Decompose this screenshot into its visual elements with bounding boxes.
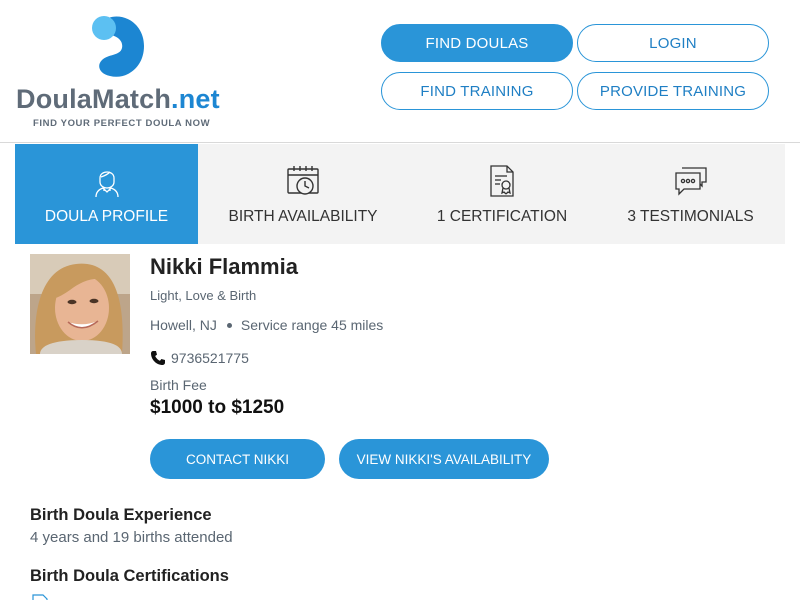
tab-testimonials[interactable]: 3 TESTIMONIALS [596, 144, 785, 244]
profile-tabs: DOULA PROFILE BIRTH AVAILABILITY 1 CERTI… [15, 144, 785, 244]
location-city: Howell, NJ [150, 317, 217, 333]
logo-name-main: DoulaMatch [16, 84, 172, 114]
experience-text: 4 years and 19 births attended [30, 529, 233, 546]
tab-label: BIRTH AVAILABILITY [228, 208, 378, 225]
birth-fee-label: Birth Fee [150, 377, 207, 393]
logo-mark-icon [92, 16, 144, 77]
certificate-icon [490, 165, 514, 197]
experience-heading: Birth Doula Experience [30, 506, 212, 524]
tab-label: DOULA PROFILE [44, 208, 169, 225]
tab-label: 1 CERTIFICATION [436, 208, 568, 225]
separator-dot [226, 322, 232, 328]
phone-icon [151, 351, 165, 365]
logo-name-suffix: .net [171, 84, 220, 114]
document-icon [32, 594, 48, 600]
certifications-heading: Birth Doula Certifications [30, 567, 229, 585]
view-availability-button[interactable]: VIEW NIKKI'S AVAILABILITY [339, 439, 549, 479]
doula-location: Howell, NJ Service range 45 miles [150, 317, 383, 333]
portrait-image [30, 254, 130, 354]
find-training-button[interactable]: FIND TRAINING [381, 72, 573, 110]
doula-name: Nikki Flammia [150, 254, 298, 279]
doula-phone[interactable]: 9736521775 [150, 350, 249, 366]
service-range: Service range 45 miles [240, 317, 384, 333]
provide-training-button[interactable]: PROVIDE TRAINING [577, 72, 769, 110]
login-button[interactable]: LOGIN [577, 24, 769, 62]
find-doulas-button[interactable]: FIND DOULAS [381, 24, 573, 62]
tab-label: 3 TESTIMONIALS [627, 208, 754, 225]
site-logo[interactable]: DoulaMatch.net FIND YOUR PERFECT DOULA N… [14, 10, 224, 132]
calendar-clock-icon [287, 166, 319, 195]
logo-tagline: FIND YOUR PERFECT DOULA NOW [33, 118, 211, 129]
tab-certification[interactable]: 1 CERTIFICATION [408, 144, 596, 244]
tab-birth-availability[interactable]: BIRTH AVAILABILITY [198, 144, 408, 244]
phone-number[interactable]: 9736521775 [171, 350, 249, 366]
logo-wordmark: DoulaMatch.net [16, 84, 220, 115]
site-header: DoulaMatch.net FIND YOUR PERFECT DOULA N… [0, 0, 800, 143]
tab-doula-profile[interactable]: DOULA PROFILE [15, 144, 198, 244]
contact-doula-button[interactable]: CONTACT NIKKI [150, 439, 325, 479]
chat-bubbles-icon [674, 167, 707, 196]
doula-person-icon [94, 171, 119, 198]
birth-fee-value: $1000 to $1250 [150, 397, 285, 418]
doula-business-name: Light, Love & Birth [150, 288, 257, 303]
doula-profile-photo [30, 254, 130, 354]
